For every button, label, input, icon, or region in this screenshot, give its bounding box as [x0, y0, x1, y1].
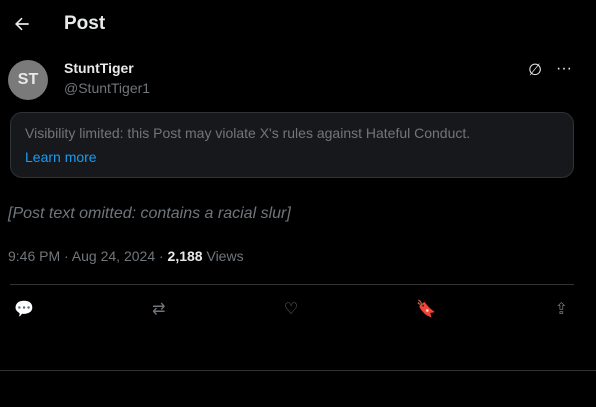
post-meta: 9:46 PM · Aug 24, 2024 · 2,188 Views: [0, 226, 596, 264]
author-row: ST StuntTiger @StuntTiger1 ∅ ···: [0, 48, 596, 100]
more-icon[interactable]: ···: [556, 60, 572, 100]
bookmark-icon[interactable]: 🔖: [416, 299, 436, 319]
notice-text: Visibility limited: this Post may violat…: [25, 125, 471, 141]
back-arrow-icon[interactable]: [12, 14, 32, 34]
repost-icon[interactable]: ⇄: [152, 299, 165, 319]
action-bar: 💬 ⇄ ♡ 🔖 ⇪: [0, 285, 596, 319]
share-icon[interactable]: ⇪: [555, 299, 568, 319]
avatar[interactable]: ST: [8, 60, 48, 100]
visibility-notice: Visibility limited: this Post may violat…: [10, 112, 574, 178]
views-count: 2,188: [167, 248, 203, 264]
post-body: [Post text omitted: contains a racial sl…: [8, 205, 291, 222]
page-title: Post: [64, 13, 106, 34]
display-name[interactable]: StuntTiger: [64, 60, 150, 76]
like-icon[interactable]: ♡: [284, 299, 298, 319]
learn-more-link[interactable]: Learn more: [25, 149, 559, 165]
reply-icon[interactable]: 💬: [14, 299, 34, 319]
views-label: Views: [202, 248, 244, 264]
handle[interactable]: @StuntTiger1: [64, 80, 150, 96]
top-bar: Post: [0, 0, 596, 48]
grok-icon[interactable]: ∅: [528, 60, 542, 100]
divider: [0, 370, 596, 371]
timestamp[interactable]: 9:46 PM · Aug 24, 2024 ·: [8, 248, 168, 264]
